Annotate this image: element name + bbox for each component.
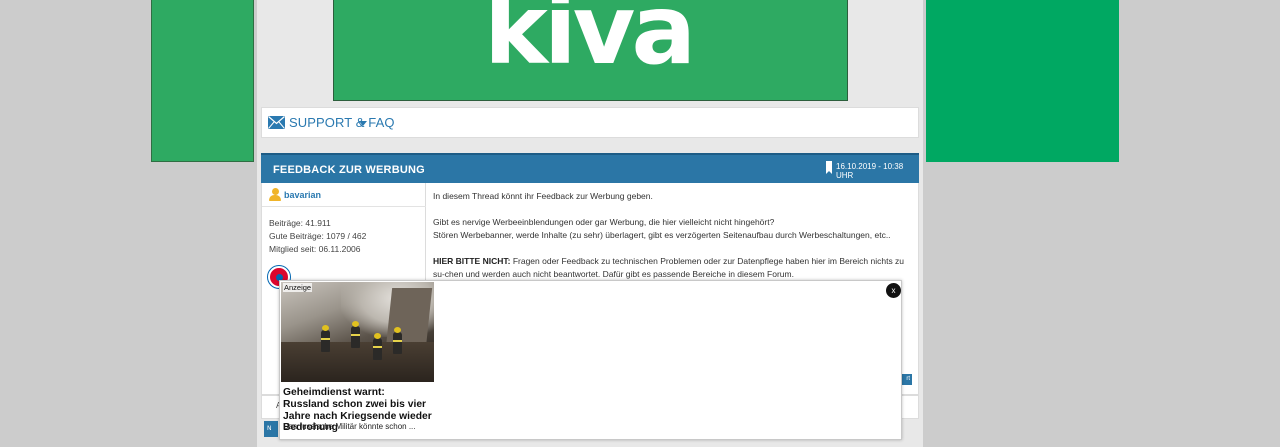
bookmark-icon[interactable]	[826, 161, 832, 174]
post-paragraph: Gibt es nervige Werbeeinblendungen oder …	[433, 217, 891, 240]
ad-description[interactable]: Das russische Militär könnte schon ...	[283, 422, 433, 431]
caret-down-icon[interactable]	[359, 121, 367, 126]
right-side-ad[interactable]	[926, 0, 1119, 162]
thread-header: FEEDBACK ZUR WERBUNG 16.10.2019 - 10:38 …	[261, 153, 919, 183]
user-icon	[269, 188, 281, 202]
mail-icon	[268, 116, 285, 129]
author-name[interactable]: bavarian	[284, 190, 321, 200]
nav-bar: SUPPORT & FAQ	[261, 107, 919, 138]
kiva-banner-ad[interactable]: kiva	[333, 0, 848, 101]
stat-good-posts: Gute Beiträge: 1079 / 462	[269, 231, 367, 241]
stat-member-since: Mitglied seit: 06.11.2006	[269, 244, 361, 254]
sponsored-overlay[interactable]: Anzeige Geheimdienst warnt: Russland sch…	[279, 280, 902, 440]
post-body: In diesem Thread könnt ihr Feedback zur …	[433, 190, 913, 294]
ad-label: Anzeige	[283, 283, 313, 292]
post-paragraph: HIER BITTE NICHT: Fragen oder Feedback z…	[433, 256, 905, 279]
author-stats: Beiträge: 41.911 Gute Beiträge: 1079 / 4…	[269, 217, 366, 256]
bottom-button[interactable]: N	[264, 421, 278, 437]
post-paragraph: In diesem Thread könnt ihr Feedback zur …	[433, 191, 653, 201]
ad-image[interactable]: Anzeige	[281, 282, 434, 382]
stat-posts: Beiträge: 41.911	[269, 218, 331, 228]
author-row: bavarian	[262, 183, 426, 207]
close-button[interactable]: x	[886, 283, 901, 298]
thread-date: 16.10.2019 - 10:38 UHR	[836, 162, 904, 180]
support-faq-link[interactable]: SUPPORT & FAQ	[289, 115, 395, 130]
thread-title: FEEDBACK ZUR WERBUNG	[273, 164, 425, 176]
left-side-ad[interactable]	[151, 0, 254, 162]
kiva-logo: kiva	[484, 0, 696, 86]
